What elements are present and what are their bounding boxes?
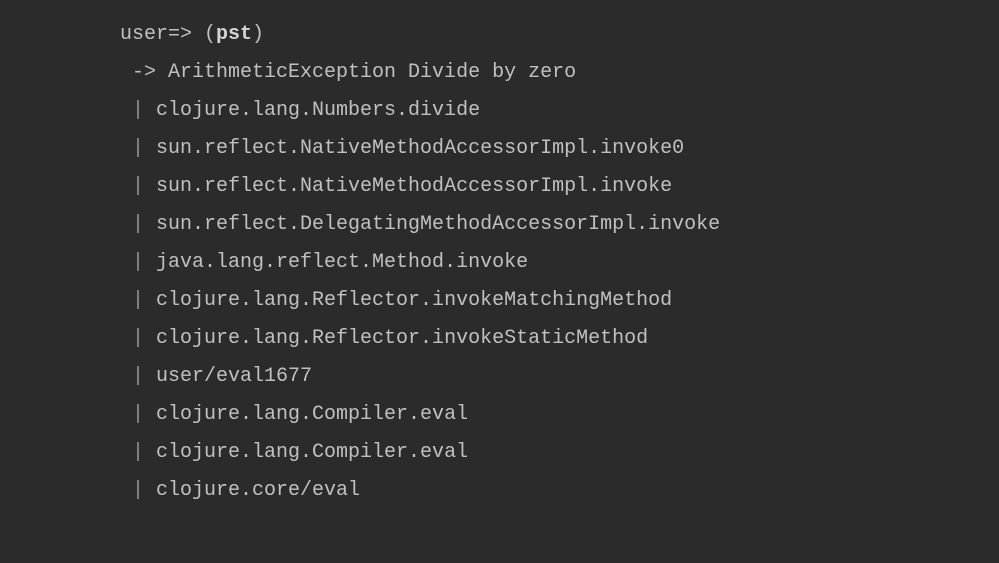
pipe-icon: |	[120, 403, 156, 426]
stack-frame: clojure.lang.Compiler.eval	[156, 441, 468, 464]
stack-frame: user/eval1677	[156, 365, 312, 388]
stack-trace-line: | user/eval1677	[120, 358, 999, 396]
stack-frame: clojure.core/eval	[156, 479, 360, 502]
pipe-icon: |	[120, 175, 156, 198]
open-paren: (	[204, 23, 216, 46]
exception-message: ArithmeticException Divide by zero	[168, 61, 576, 84]
pipe-icon: |	[120, 99, 156, 122]
pipe-icon: |	[120, 479, 156, 502]
pipe-icon: |	[120, 365, 156, 388]
stack-frame: sun.reflect.DelegatingMethodAccessorImpl…	[156, 213, 720, 236]
stack-trace-line: | clojure.lang.Compiler.eval	[120, 396, 999, 434]
stack-trace-line: | sun.reflect.NativeMethodAccessorImpl.i…	[120, 168, 999, 206]
stack-trace-line: | sun.reflect.NativeMethodAccessorImpl.i…	[120, 130, 999, 168]
repl-prompt: user=>	[120, 23, 204, 46]
stack-frame: sun.reflect.NativeMethodAccessorImpl.inv…	[156, 137, 684, 160]
stack-frame: clojure.lang.Compiler.eval	[156, 403, 468, 426]
pipe-icon: |	[120, 213, 156, 236]
stack-trace-line: | clojure.lang.Reflector.invokeStaticMet…	[120, 320, 999, 358]
stack-trace-line: | sun.reflect.DelegatingMethodAccessorIm…	[120, 206, 999, 244]
stack-frame: clojure.lang.Reflector.invokeStaticMetho…	[156, 327, 648, 350]
stack-frame: clojure.lang.Reflector.invokeMatchingMet…	[156, 289, 672, 312]
stack-trace-line: | clojure.lang.Numbers.divide	[120, 92, 999, 130]
pipe-icon: |	[120, 137, 156, 160]
pipe-icon: |	[120, 289, 156, 312]
pipe-icon: |	[120, 441, 156, 464]
stack-trace-line: | java.lang.reflect.Method.invoke	[120, 244, 999, 282]
repl-input-line: user=> (pst)	[120, 16, 999, 54]
stack-trace-line: | clojure.lang.Compiler.eval	[120, 434, 999, 472]
stack-frame: sun.reflect.NativeMethodAccessorImpl.inv…	[156, 175, 672, 198]
pipe-icon: |	[120, 251, 156, 274]
repl-output: user=> (pst) -> ArithmeticException Divi…	[120, 16, 999, 510]
exception-line: -> ArithmeticException Divide by zero	[120, 54, 999, 92]
stack-trace-line: | clojure.lang.Reflector.invokeMatchingM…	[120, 282, 999, 320]
arrow-icon: ->	[120, 61, 168, 84]
close-paren: )	[252, 23, 264, 46]
stack-trace-line: | clojure.core/eval	[120, 472, 999, 510]
stack-frame: clojure.lang.Numbers.divide	[156, 99, 480, 122]
pipe-icon: |	[120, 327, 156, 350]
function-name: pst	[216, 23, 252, 46]
stack-frame: java.lang.reflect.Method.invoke	[156, 251, 528, 274]
